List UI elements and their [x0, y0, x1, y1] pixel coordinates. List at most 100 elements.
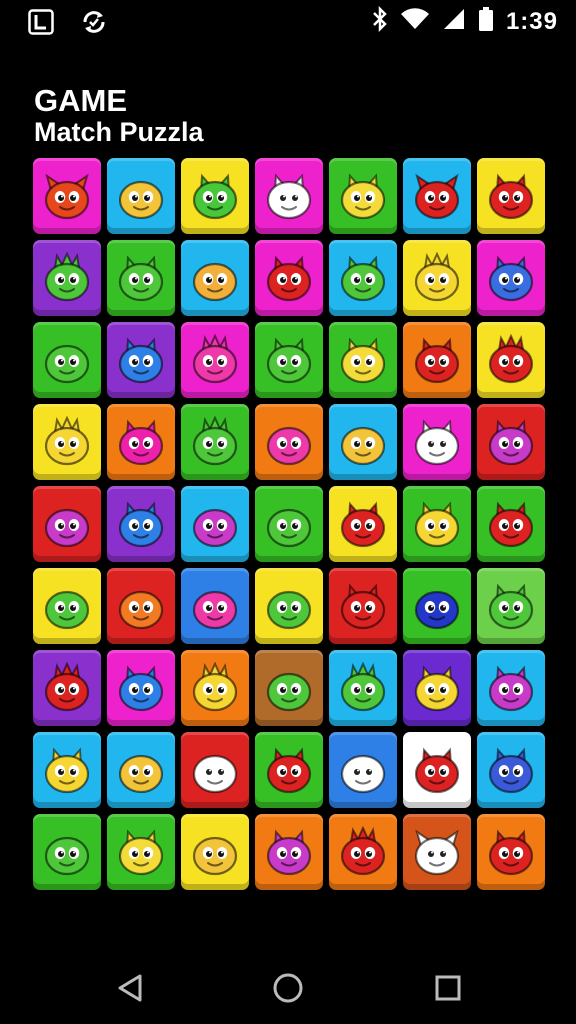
- game-tile[interactable]: [107, 650, 175, 726]
- game-tile[interactable]: [107, 732, 175, 808]
- game-tile[interactable]: [107, 404, 175, 480]
- game-tile[interactable]: [329, 568, 397, 644]
- game-tile[interactable]: [403, 158, 471, 234]
- game-tile[interactable]: [403, 240, 471, 316]
- status-bar: 1:39: [0, 0, 576, 46]
- creature-icon: [414, 252, 460, 302]
- game-tile[interactable]: [477, 240, 545, 316]
- game-tile[interactable]: [107, 814, 175, 890]
- game-tile[interactable]: [107, 568, 175, 644]
- creature-icon: [266, 173, 312, 220]
- home-button[interactable]: [270, 970, 306, 1006]
- game-tile[interactable]: [33, 568, 101, 644]
- game-tile[interactable]: [329, 404, 397, 480]
- creature-icon: [340, 583, 386, 630]
- game-tile[interactable]: [181, 158, 249, 234]
- status-time: 1:39: [505, 7, 558, 35]
- game-tile[interactable]: [329, 486, 397, 562]
- wifi-icon: [400, 7, 430, 36]
- game-tile[interactable]: [329, 240, 397, 316]
- game-tile[interactable]: [477, 814, 545, 890]
- creature-icon: [414, 829, 460, 876]
- game-tile[interactable]: [33, 814, 101, 890]
- game-tile[interactable]: [477, 650, 545, 726]
- creature-icon: [414, 173, 460, 220]
- bluetooth-icon: [372, 5, 388, 37]
- game-tile[interactable]: [403, 486, 471, 562]
- game-tile[interactable]: [255, 486, 323, 562]
- game-tile[interactable]: [107, 322, 175, 398]
- game-tile[interactable]: [477, 322, 545, 398]
- game-tile[interactable]: [403, 814, 471, 890]
- game-tile[interactable]: [477, 568, 545, 644]
- game-tile[interactable]: [477, 486, 545, 562]
- game-tile[interactable]: [181, 486, 249, 562]
- creature-icon: [192, 754, 238, 794]
- game-tile[interactable]: [33, 404, 101, 480]
- game-tile[interactable]: [181, 732, 249, 808]
- game-tile[interactable]: [107, 240, 175, 316]
- creature-icon: [488, 583, 534, 630]
- creature-icon: [44, 344, 90, 384]
- game-tile[interactable]: [33, 158, 101, 234]
- game-tile[interactable]: [329, 732, 397, 808]
- game-tile[interactable]: [107, 158, 175, 234]
- game-tile[interactable]: [403, 322, 471, 398]
- creature-icon: [118, 180, 164, 220]
- creature-icon: [266, 426, 312, 466]
- creature-icon: [44, 836, 90, 876]
- creature-icon: [118, 419, 164, 466]
- game-tile[interactable]: [477, 732, 545, 808]
- creature-icon: [488, 255, 534, 302]
- creature-icon: [192, 334, 238, 384]
- game-tile[interactable]: [329, 158, 397, 234]
- creature-icon: [44, 252, 90, 302]
- creature-icon: [414, 501, 460, 548]
- game-tile[interactable]: [181, 568, 249, 644]
- game-tile[interactable]: [33, 240, 101, 316]
- back-button[interactable]: [112, 970, 148, 1006]
- game-tile[interactable]: [477, 404, 545, 480]
- creature-icon: [44, 662, 90, 712]
- game-tile[interactable]: [329, 650, 397, 726]
- game-tile[interactable]: [181, 404, 249, 480]
- game-tile[interactable]: [403, 568, 471, 644]
- game-tile[interactable]: [403, 732, 471, 808]
- game-tile[interactable]: [181, 240, 249, 316]
- game-tile[interactable]: [255, 814, 323, 890]
- creature-icon: [340, 255, 386, 302]
- creature-icon: [340, 173, 386, 220]
- game-tile[interactable]: [329, 814, 397, 890]
- creature-icon: [192, 262, 238, 302]
- game-tile[interactable]: [255, 158, 323, 234]
- game-tile[interactable]: [33, 322, 101, 398]
- app-l-icon: [28, 9, 54, 40]
- game-tile[interactable]: [33, 732, 101, 808]
- game-tile[interactable]: [181, 814, 249, 890]
- game-tile[interactable]: [403, 404, 471, 480]
- game-tile[interactable]: [477, 158, 545, 234]
- game-tile[interactable]: [33, 486, 101, 562]
- game-tile[interactable]: [255, 240, 323, 316]
- game-tile[interactable]: [33, 650, 101, 726]
- creature-icon: [340, 501, 386, 548]
- game-tile[interactable]: [329, 322, 397, 398]
- game-tile[interactable]: [255, 650, 323, 726]
- game-tile[interactable]: [255, 404, 323, 480]
- game-tile[interactable]: [107, 486, 175, 562]
- game-tile[interactable]: [255, 568, 323, 644]
- creature-icon: [118, 829, 164, 876]
- game-tile[interactable]: [403, 650, 471, 726]
- creature-icon: [340, 754, 386, 794]
- game-tile[interactable]: [181, 322, 249, 398]
- game-tile[interactable]: [255, 322, 323, 398]
- game-tile[interactable]: [181, 650, 249, 726]
- creature-icon: [44, 173, 90, 220]
- creature-icon: [340, 337, 386, 384]
- creature-icon: [414, 665, 460, 712]
- creature-icon: [44, 590, 90, 630]
- recents-button[interactable]: [430, 970, 466, 1006]
- creature-icon: [192, 662, 238, 712]
- game-tile[interactable]: [255, 732, 323, 808]
- creature-icon: [488, 334, 534, 384]
